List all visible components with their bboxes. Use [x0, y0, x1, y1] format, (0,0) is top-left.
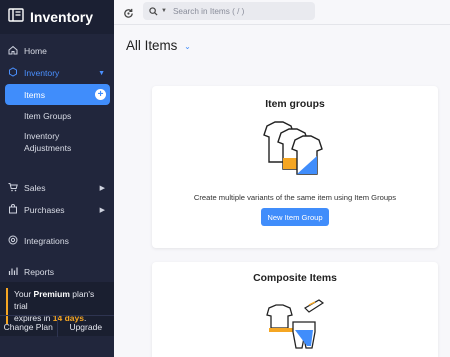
page-title[interactable]: All Items ⌄	[126, 38, 191, 53]
sidebar-item-home[interactable]: Home	[0, 40, 114, 62]
trial-banner: Your Premium plan's trial expires in 14 …	[0, 282, 114, 337]
composite-items-card: Composite Items	[152, 262, 438, 357]
change-plan-button[interactable]: Change Plan	[0, 316, 58, 337]
topbar: ▼ Search in Items ( / )	[114, 0, 450, 25]
app-title: Inventory	[30, 9, 94, 25]
sidebar-item-label: Item Groups	[24, 111, 72, 121]
sidebar-item-label: Items	[24, 89, 46, 100]
sidebar-item-purchases[interactable]: Purchases ▶	[0, 199, 114, 221]
sidebar-item-sales[interactable]: Sales ▶	[0, 177, 114, 199]
chevron-right-icon: ▶	[99, 185, 105, 192]
search-input[interactable]: Search in Items ( / )	[173, 7, 244, 16]
inventory-logo-icon	[8, 7, 24, 27]
integrations-icon	[8, 235, 18, 247]
cart-icon	[8, 182, 18, 194]
sidebar: Inventory Home Inventory ▼ Items + Item …	[0, 0, 114, 357]
sidebar-item-integrations[interactable]: Integrations	[0, 230, 114, 252]
search-filter-chevron-icon[interactable]: ▼	[161, 8, 167, 14]
brand[interactable]: Inventory	[0, 0, 114, 34]
trial-text-prefix: Your	[14, 289, 34, 299]
sidebar-item-item-groups[interactable]: Item Groups	[0, 105, 114, 127]
new-item-group-button[interactable]: New Item Group	[261, 208, 329, 226]
card-description: Create multiple variants of the same ite…	[193, 193, 397, 202]
chevron-right-icon: ▶	[99, 207, 105, 214]
sidebar-item-label: Sales	[24, 183, 46, 193]
chevron-down-icon[interactable]: ⌄	[184, 42, 191, 51]
sidebar-item-inventory[interactable]: Inventory ▼	[0, 62, 114, 84]
reports-icon	[8, 266, 18, 278]
bag-icon	[8, 204, 18, 216]
search-icon[interactable]	[149, 6, 158, 16]
add-item-icon[interactable]: +	[95, 89, 106, 100]
trial-actions: Change Plan Upgrade	[0, 315, 114, 337]
item-groups-card: Item groups Create multiple variants of …	[152, 86, 438, 248]
card-title: Item groups	[265, 99, 325, 110]
sidebar-item-inventory-adjustments[interactable]: Inventory Adjustments	[0, 127, 114, 163]
sidebar-item-items[interactable]: Items +	[5, 84, 110, 105]
item-groups-illustration-icon	[261, 120, 329, 181]
refresh-icon[interactable]	[123, 6, 134, 24]
sidebar-item-label: Reports	[24, 267, 55, 277]
sidebar-item-label: Inventory	[24, 131, 60, 141]
upgrade-button[interactable]: Upgrade	[58, 316, 115, 337]
card-title: Composite Items	[253, 273, 337, 284]
sidebar-item-reports[interactable]: Reports	[0, 261, 114, 283]
sidebar-item-label: Inventory	[24, 68, 60, 78]
inventory-icon	[8, 67, 18, 79]
sidebar-item-label: Adjustments	[24, 143, 72, 153]
home-icon	[8, 45, 18, 57]
trial-plan-name: Premium	[33, 289, 70, 299]
page-title-text: All Items	[126, 38, 178, 53]
composite-items-illustration-icon	[263, 296, 333, 357]
chevron-down-icon: ▼	[98, 69, 105, 77]
search-box[interactable]: ▼ Search in Items ( / )	[143, 2, 315, 20]
sidebar-item-label: Purchases	[24, 205, 65, 215]
sidebar-item-label: Integrations	[24, 236, 69, 246]
sidebar-item-label: Home	[24, 46, 47, 56]
